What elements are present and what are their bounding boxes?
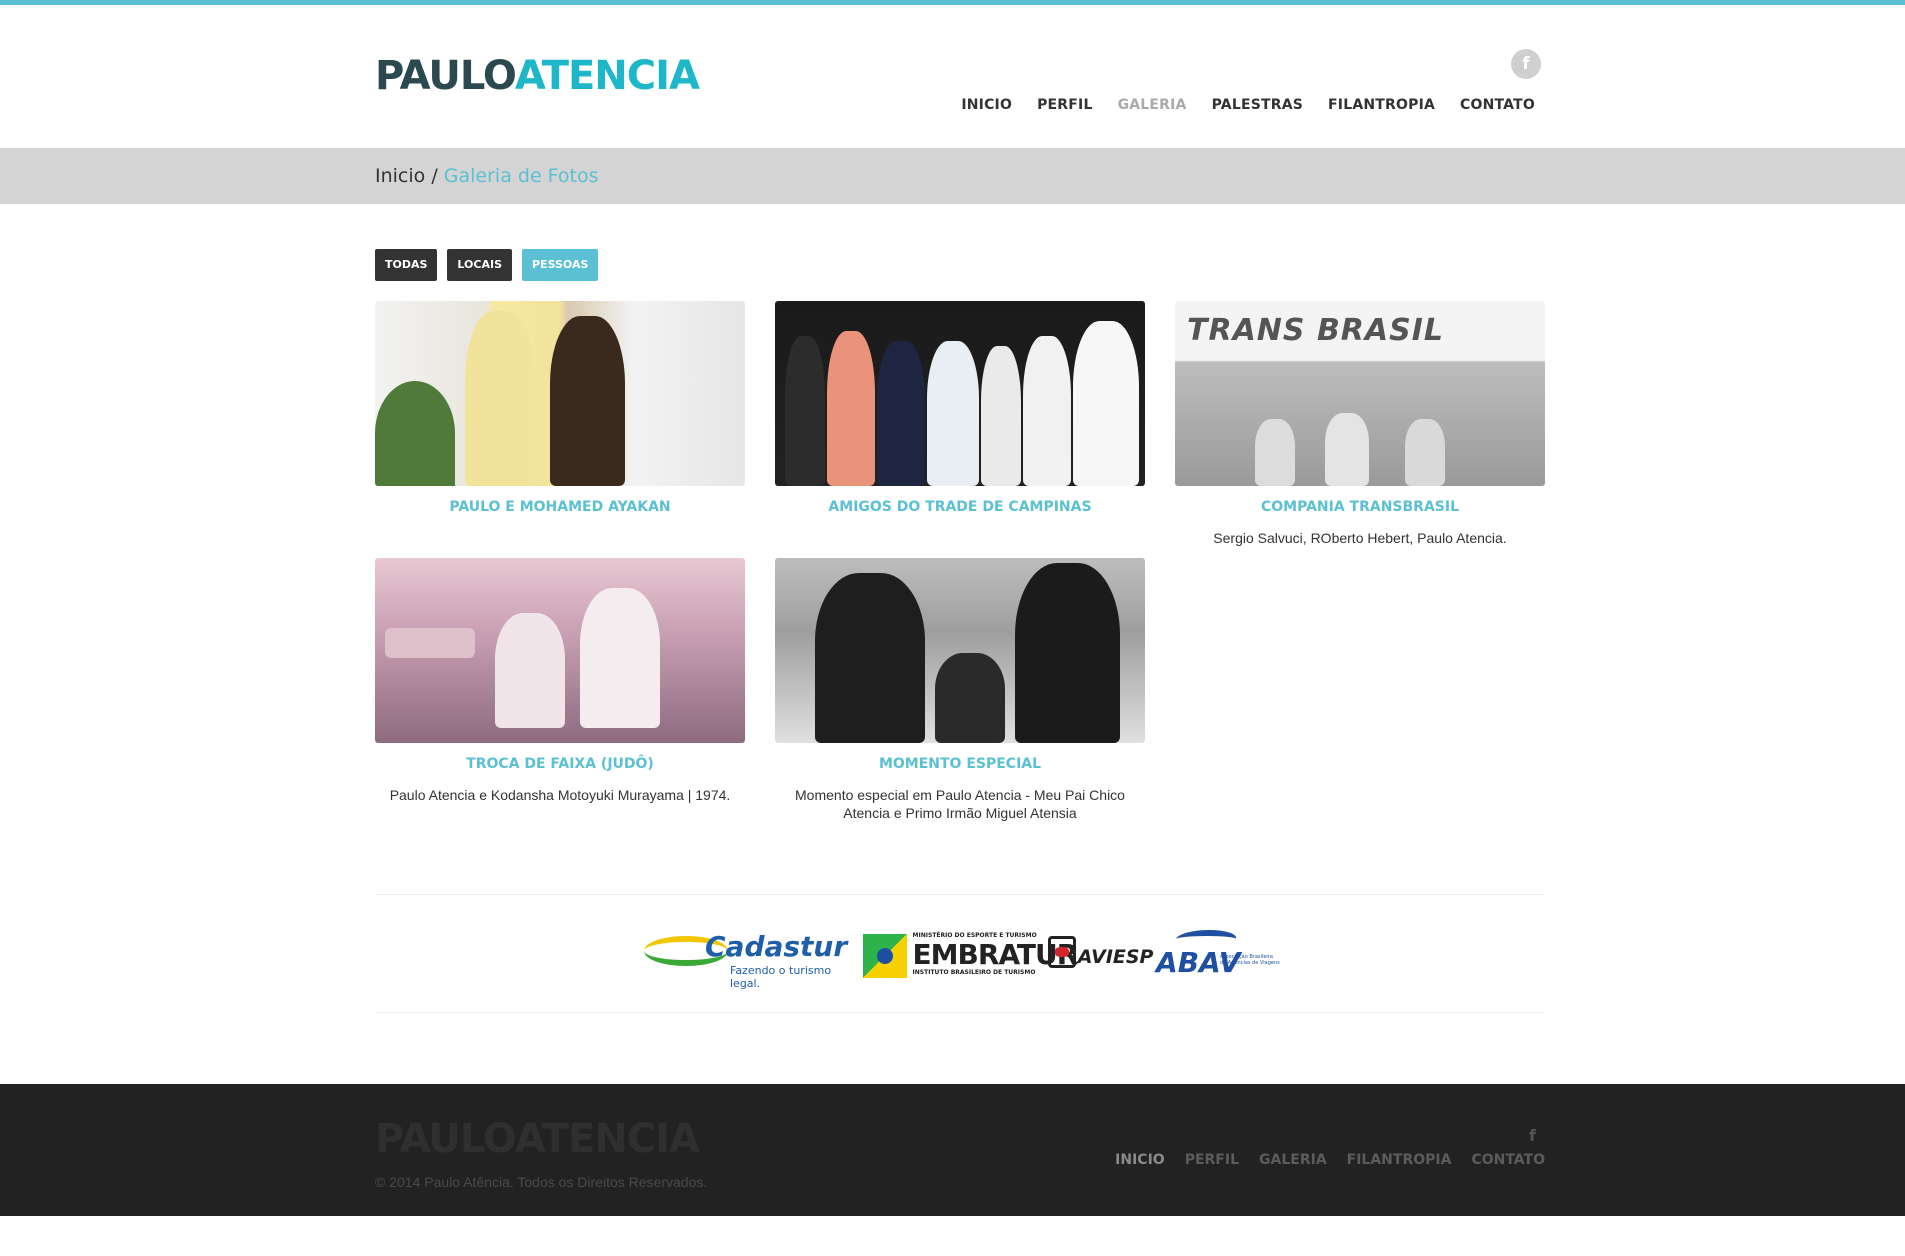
embratur-logo[interactable]: MINISTÉRIO DO ESPORTE E TURISMO EMBRATUR…	[861, 924, 1078, 980]
gallery-item-title[interactable]: COMPANIA TRANSBRASIL	[1175, 499, 1545, 515]
gallery-item: TROCA DE FAIXA (JUDÔ) Paulo Atencia e Ko…	[375, 558, 745, 804]
gallery-photo[interactable]	[775, 558, 1145, 743]
divider	[375, 894, 1545, 895]
person-figure	[495, 613, 565, 728]
partner-logos: Cadastur Fazendo o turismo legal. MINIST…	[640, 924, 1280, 990]
footer-nav-contato[interactable]: CONTATO	[1471, 1152, 1545, 1168]
nav-item-inicio[interactable]: INICIO	[961, 97, 1012, 113]
breadcrumb-bar: Inicio / Galeria de Fotos	[0, 148, 1905, 204]
gallery-item-title[interactable]: AMIGOS DO TRADE DE CAMPINAS	[775, 499, 1145, 515]
gallery-item-title[interactable]: PAULO E MOHAMED AYAKAN	[375, 499, 745, 515]
site-logo[interactable]: PAULOATENCIA	[375, 53, 700, 99]
gallery-photo[interactable]: TRANS BRASIL	[1175, 301, 1545, 486]
person-figure	[580, 588, 660, 728]
gallery-item-description: Momento especial em Paulo Atencia - Meu …	[795, 787, 1125, 821]
person-figure	[877, 341, 925, 486]
gallery-filters: TODAS LOCAIS PESSOAS	[375, 249, 599, 281]
person-figure	[927, 341, 979, 486]
gallery-item: AMIGOS DO TRADE DE CAMPINAS	[775, 301, 1145, 515]
person-figure	[465, 311, 535, 486]
person-figure	[935, 653, 1005, 743]
person-figure	[1255, 419, 1295, 486]
divider	[375, 1012, 1545, 1013]
footer-copyright: © 2014 Paulo Atência. Todos os Direitos …	[375, 1174, 708, 1190]
gallery-item: PAULO E MOHAMED AYAKAN	[375, 301, 745, 515]
aviesp-name: AVIESP	[1077, 946, 1154, 968]
person-figure	[785, 336, 825, 486]
facebook-icon[interactable]: f	[1511, 49, 1541, 79]
nav-item-perfil[interactable]: PERFIL	[1037, 97, 1093, 113]
filter-locais-button[interactable]: LOCAIS	[447, 249, 512, 281]
gallery-photo[interactable]	[775, 301, 1145, 486]
gallery-item: MOMENTO ESPECIAL Momento especial em Pau…	[775, 558, 1145, 822]
footer-facebook-icon[interactable]: f	[1529, 1126, 1536, 1145]
cadastur-tagline: Fazendo o turismo legal.	[730, 964, 832, 990]
photo-sign-text: TRANS BRASIL	[1187, 313, 1445, 348]
person-figure	[815, 573, 925, 743]
nav-item-filantropia[interactable]: FILANTROPIA	[1328, 97, 1435, 113]
embratur-sub: INSTITUTO BRASILEIRO DE TURISMO	[912, 969, 1036, 976]
cadastur-logo[interactable]: Cadastur Fazendo o turismo legal.	[640, 924, 855, 990]
gallery-photo[interactable]	[375, 558, 745, 743]
gallery-item-title[interactable]: TROCA DE FAIXA (JUDÔ)	[375, 756, 745, 772]
person-figure	[550, 316, 625, 486]
breadcrumb-separator: /	[431, 165, 438, 187]
embratur-flag-icon	[862, 934, 907, 978]
footer-nav-perfil[interactable]: PERFIL	[1185, 1152, 1239, 1168]
nav-item-contato[interactable]: CONTATO	[1460, 97, 1535, 113]
gallery-item: TRANS BRASIL COMPANIA TRANSBRASIL Sergio…	[1175, 301, 1545, 547]
footer-nav-filantropia[interactable]: FILANTROPIA	[1347, 1152, 1452, 1168]
site-footer: PAULOATENCIA © 2014 Paulo Atência. Todos…	[0, 1084, 1905, 1216]
footer-logo[interactable]: PAULOATENCIA	[375, 1116, 700, 1162]
nav-item-palestras[interactable]: PALESTRAS	[1212, 97, 1303, 113]
aviesp-emblem-icon	[1047, 936, 1076, 968]
audience-figure	[385, 628, 475, 658]
footer-nav-inicio[interactable]: INICIO	[1115, 1152, 1165, 1168]
plant-figure	[375, 381, 455, 486]
cadastur-name: Cadastur	[705, 930, 848, 963]
filter-pessoas-button[interactable]: PESSOAS	[522, 249, 599, 281]
gallery-item-title[interactable]: MOMENTO ESPECIAL	[775, 756, 1145, 772]
person-figure	[1073, 321, 1139, 486]
gallery-photo[interactable]	[375, 301, 745, 486]
person-figure	[1405, 419, 1445, 486]
gallery-item-description: Sergio Salvuci, ROberto Hebert, Paulo At…	[1213, 530, 1507, 546]
breadcrumb-home[interactable]: Inicio	[375, 165, 425, 187]
person-figure	[1023, 336, 1071, 486]
filter-todas-button[interactable]: TODAS	[375, 249, 438, 281]
breadcrumb-current: Galeria de Fotos	[443, 165, 599, 187]
breadcrumb: Inicio / Galeria de Fotos	[375, 165, 599, 187]
logo-part-paulo: PAULO	[375, 53, 516, 99]
footer-nav-galeria[interactable]: GALERIA	[1259, 1152, 1327, 1168]
main-nav: INICIO PERFIL GALERIA PALESTRAS FILANTRO…	[961, 97, 1535, 113]
footer-nav: INICIO PERFIL GALERIA FILANTROPIA CONTAT…	[1115, 1152, 1545, 1168]
gallery-item-description: Paulo Atencia e Kodansha Motoyuki Muraya…	[389, 787, 731, 803]
person-figure	[1325, 413, 1369, 486]
abav-logo[interactable]: ABAV Associação Brasileira de Agências d…	[1154, 924, 1280, 980]
site-header: PAULOATENCIA f INICIO PERFIL GALERIA PAL…	[0, 5, 1905, 148]
person-figure	[981, 346, 1021, 486]
abav-sub: Associação Brasileira de Agências de Via…	[1220, 954, 1280, 966]
person-figure	[1015, 563, 1120, 743]
person-figure	[827, 331, 875, 486]
aviesp-logo[interactable]: AVIESP	[1044, 924, 1153, 980]
nav-item-galeria[interactable]: GALERIA	[1118, 97, 1187, 113]
logo-part-atencia: ATENCIA	[514, 53, 700, 99]
